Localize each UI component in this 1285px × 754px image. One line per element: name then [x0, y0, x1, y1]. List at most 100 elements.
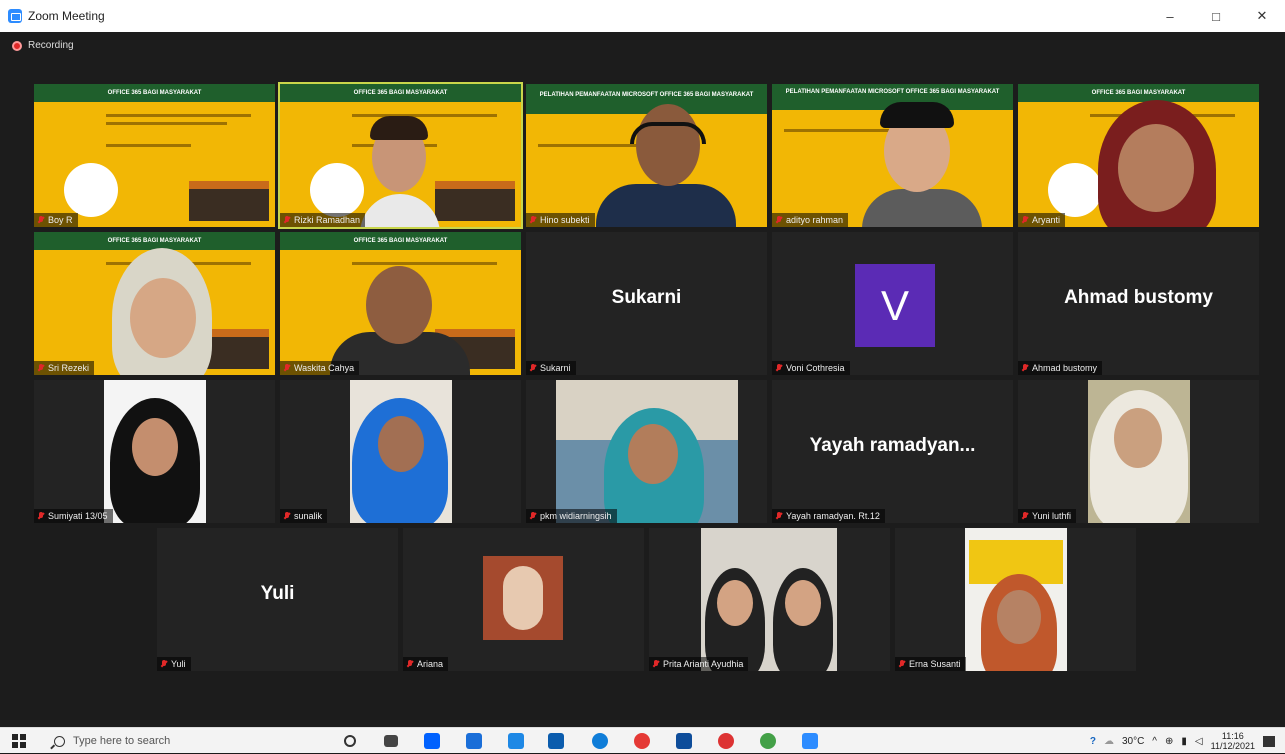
windows-taskbar: Type here to search ? ☁ 30°C ^ ⊕ ▮ ◁ 11:…: [0, 727, 1285, 753]
participant-face: [1114, 408, 1162, 468]
mic-muted-icon: [776, 216, 782, 224]
participant-tile[interactable]: sunalik: [280, 380, 521, 523]
participant-display-name: Yayah ramadyan...: [809, 435, 976, 456]
participant-name-tag: Sumiyati 13/05: [34, 509, 113, 523]
weather-icon[interactable]: ☁: [1104, 736, 1114, 747]
participant-tile[interactable]: OFFICE 365 BAGI MASYARAKAT Aryanti: [1018, 84, 1259, 227]
shared-slide: OFFICE 365 BAGI MASYARAKAT: [280, 84, 521, 227]
system-tray: ? ☁ 30°C ^ ⊕ ▮ ◁ 11:16 11/12/2021: [1090, 728, 1285, 754]
maximize-button[interactable]: □: [1193, 0, 1239, 32]
slide-text-line: [106, 122, 227, 125]
recording-label: Recording: [28, 40, 74, 51]
participant-tile[interactable]: Yayah ramadyan... Yayah ramadyan. Rt.12: [772, 380, 1013, 523]
taskbar-search[interactable]: Type here to search: [44, 728, 324, 754]
recording-icon: [12, 40, 22, 51]
help-icon[interactable]: ?: [1090, 736, 1096, 747]
participant-face: [132, 418, 178, 476]
mic-muted-icon: [284, 512, 290, 520]
chrome-icon[interactable]: [634, 733, 650, 749]
close-button[interactable]: ✕: [1239, 0, 1285, 32]
clock-time: 11:16: [1221, 731, 1244, 741]
participant-name: Voni Cothresia: [786, 363, 845, 373]
participant-body: [360, 194, 440, 227]
participant-tile[interactable]: OFFICE 365 BAGI MASYARAKAT Sri Rezeki: [34, 232, 275, 375]
participant-name: Erna Susanti: [909, 659, 961, 669]
shared-slide: OFFICE 365 BAGI MASYARAKAT: [34, 232, 275, 375]
participant-tile[interactable]: Prita Arianti Ayudhia: [649, 528, 890, 671]
volume-icon[interactable]: ◁: [1195, 736, 1203, 747]
chevron-up-icon[interactable]: ^: [1152, 736, 1157, 747]
participant-tile[interactable]: OFFICE 365 BAGI MASYARAKAT Boy R: [34, 84, 275, 227]
chrome-profile-icon[interactable]: [718, 733, 734, 749]
participant-face: [636, 104, 700, 186]
minimize-button[interactable]: –: [1147, 0, 1193, 32]
notification-icon[interactable]: [1263, 735, 1275, 747]
recording-indicator[interactable]: Recording: [12, 40, 74, 51]
participant-name-tag: adityo rahman: [772, 213, 849, 227]
participant-name: Boy R: [48, 215, 73, 225]
dropbox-icon[interactable]: [424, 733, 440, 749]
mic-muted-icon: [407, 660, 413, 668]
participant-tile[interactable]: PELATIHAN PEMANFAATAN MICROSOFT OFFICE 3…: [526, 84, 767, 227]
participant-tile-active-speaker[interactable]: OFFICE 365 BAGI MASYARAKAT Rizki Ramadha…: [278, 82, 523, 229]
mic-muted-icon: [38, 364, 44, 372]
participant-name-tag: Voni Cothresia: [772, 361, 850, 375]
mic-muted-icon: [1022, 512, 1028, 520]
slide-header: OFFICE 365 BAGI MASYARAKAT: [280, 84, 521, 102]
participant-name-tag: Sukarni: [526, 361, 576, 375]
office-logo: [64, 163, 118, 217]
participant-tile[interactable]: Yuli Yuli: [157, 528, 398, 671]
participant-face: [378, 416, 424, 472]
participant-tile[interactable]: Yuni luthfi: [1018, 380, 1259, 523]
slide-header: OFFICE 365 BAGI MASYARAKAT: [1018, 84, 1259, 102]
battery-icon[interactable]: ▮: [1181, 736, 1187, 747]
participant-tile[interactable]: Ariana: [403, 528, 644, 671]
taskbar-clock[interactable]: 11:16 11/12/2021: [1211, 731, 1255, 751]
mic-muted-icon: [284, 216, 290, 224]
participant-tile[interactable]: V Voni Cothresia: [772, 232, 1013, 375]
participant-video: [1088, 380, 1190, 523]
participant-tile[interactable]: PELATIHAN PEMANFAATAN MICROSOFT OFFICE 3…: [772, 84, 1013, 227]
participant-name: Ariana: [417, 659, 444, 669]
participant-tile[interactable]: Ahmad bustomy Ahmad bustomy: [1018, 232, 1259, 375]
participant-hair: [880, 102, 954, 128]
office-logo: [1048, 163, 1102, 217]
shared-slide: PELATIHAN PEMANFAATAN MICROSOFT OFFICE 3…: [526, 84, 767, 227]
shared-slide: OFFICE 365 BAGI MASYARAKAT: [1018, 84, 1259, 227]
participant-tile[interactable]: OFFICE 365 BAGI MASYARAKAT Waskita Cahya: [280, 232, 521, 375]
edge-icon[interactable]: [592, 733, 608, 749]
window-titlebar: Zoom Meeting – □ ✕: [0, 0, 1285, 32]
store-icon[interactable]: [466, 733, 482, 749]
participant-body: [596, 184, 736, 227]
participant-tile[interactable]: pkm widiarningsih: [526, 380, 767, 523]
network-icon[interactable]: ⊕: [1165, 736, 1173, 747]
participant-face: [130, 278, 196, 358]
outlook-icon[interactable]: [676, 733, 692, 749]
participant-video: [350, 380, 452, 523]
participant-name-tag: Prita Arianti Ayudhia: [649, 657, 749, 671]
mic-muted-icon: [776, 364, 782, 372]
participant-display-name: Ahmad bustomy: [1064, 287, 1213, 308]
mic-muted-icon: [284, 364, 290, 372]
participant-face: [997, 590, 1041, 644]
skype-icon[interactable]: [508, 733, 524, 749]
mic-muted-icon: [776, 512, 782, 520]
participant-profile-picture: [483, 556, 563, 640]
windows-start-icon[interactable]: [12, 734, 26, 748]
participant-name: Sukarni: [540, 363, 571, 373]
temperature[interactable]: 30°C: [1122, 736, 1144, 747]
participant-tile[interactable]: Sumiyati 13/05: [34, 380, 275, 523]
task-view-icon[interactable]: [384, 735, 398, 747]
laptop-image: [189, 181, 269, 221]
file-explorer-icon[interactable]: [548, 733, 564, 749]
participant-name: adityo rahman: [786, 215, 844, 225]
participant-face: [785, 580, 821, 626]
chrome-profile-2-icon[interactable]: [760, 733, 776, 749]
zoom-taskbar-icon[interactable]: [802, 733, 818, 749]
participant-tile[interactable]: Sukarni Sukarni: [526, 232, 767, 375]
cortana-icon[interactable]: [344, 735, 356, 747]
search-placeholder: Type here to search: [73, 735, 171, 747]
laptop-image: [435, 181, 515, 221]
participant-name: pkm widiarningsih: [540, 511, 612, 521]
participant-tile[interactable]: Erna Susanti: [895, 528, 1136, 671]
